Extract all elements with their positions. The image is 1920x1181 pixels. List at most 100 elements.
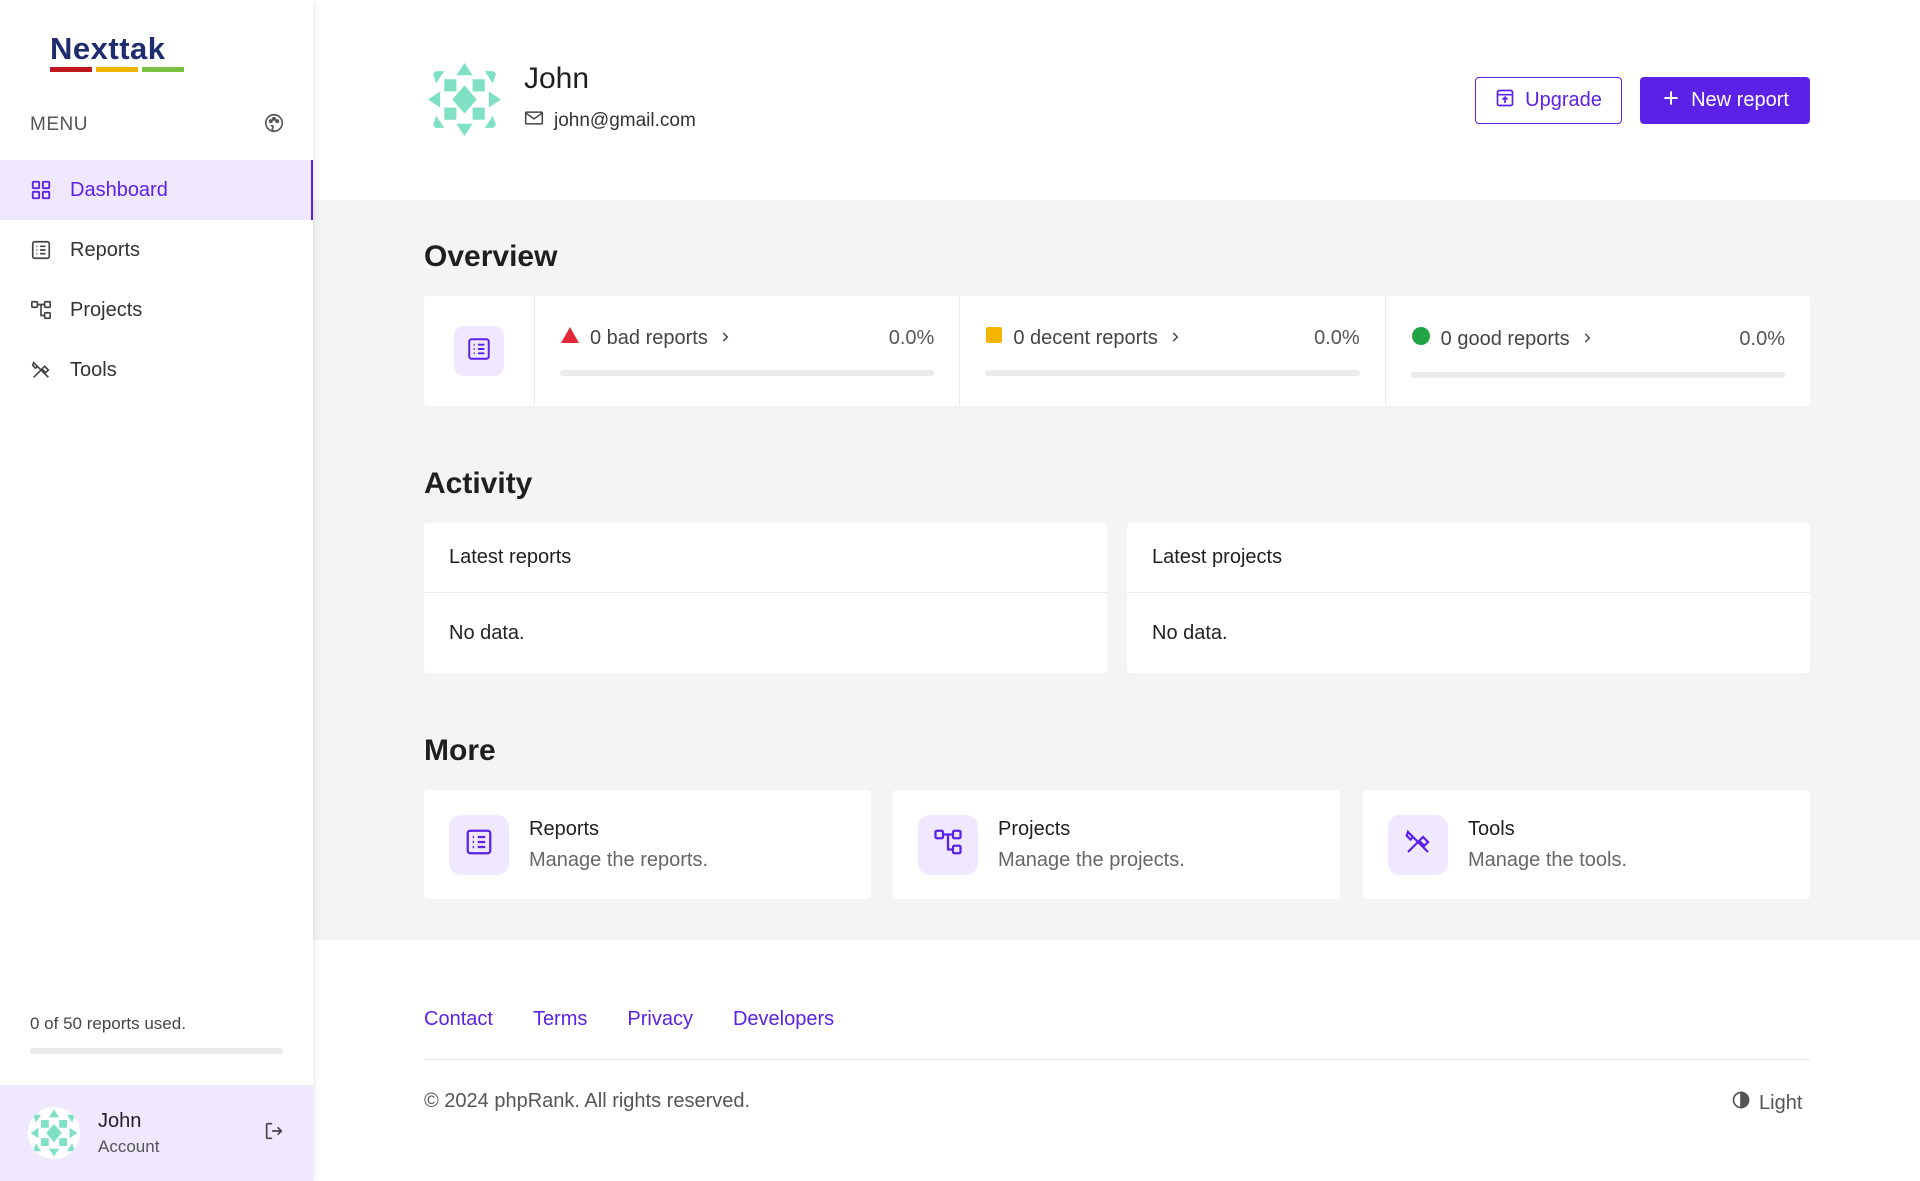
sidebar-item-label: Reports <box>70 238 141 261</box>
more-icon-tile <box>1388 814 1448 875</box>
hierarchy-icon <box>30 299 52 321</box>
sidebar-item-projects[interactable]: Projects <box>0 280 313 340</box>
stat-label: 0 bad reports <box>590 326 708 349</box>
sidebar-item-label: Dashboard <box>70 178 168 201</box>
overview-panel: 0 bad reports 0.0% 0 decent reports 0.0%… <box>424 296 1810 406</box>
stat-bad-link[interactable]: 0 bad reports <box>560 326 732 350</box>
user-name: John <box>524 62 590 95</box>
sidebar-item-tools[interactable]: Tools <box>0 340 313 400</box>
stat-percent: 0.0% <box>1739 327 1785 350</box>
sidebar-item-reports[interactable]: Reports <box>0 220 313 280</box>
account-info: John Account <box>98 1110 263 1157</box>
new-report-label: New report <box>1691 89 1789 111</box>
mail-icon <box>524 110 544 132</box>
tools-icon <box>30 359 52 381</box>
logout-icon[interactable] <box>263 1120 285 1147</box>
warning-triangle-icon <box>560 326 580 350</box>
more-card-title: Projects <box>998 817 1071 840</box>
more-card-title: Reports <box>529 817 600 840</box>
main-content: John john@gmail.com Upgrade New report O… <box>313 0 1920 1181</box>
stat-progress-track <box>985 370 1360 376</box>
overview-icon-cell <box>424 296 535 406</box>
logo-bar-yellow <box>96 67 138 72</box>
list-icon <box>464 827 494 862</box>
more-card-reports[interactable]: Reports Manage the reports. <box>424 790 871 899</box>
footer-link-terms[interactable]: Terms <box>533 1008 587 1031</box>
stat-progress-track <box>1410 372 1785 378</box>
more-icon-tile <box>918 814 978 875</box>
chevron-right-icon <box>718 327 732 350</box>
logo-bar-red <box>50 67 92 72</box>
footer-link-contact[interactable]: Contact <box>424 1008 493 1031</box>
circle-icon <box>1411 326 1431 352</box>
sidebar-nav: Dashboard Reports Projects Tools <box>0 160 313 400</box>
list-icon <box>30 239 52 261</box>
footer: Contact Terms Privacy Developers © 2024 … <box>313 940 1920 1181</box>
avatar <box>28 1107 80 1159</box>
new-report-button[interactable]: New report <box>1640 77 1810 124</box>
copyright-text: © 2024 phpRank. All rights reserved. <box>424 1090 751 1112</box>
footer-link-developers[interactable]: Developers <box>733 1008 834 1031</box>
sidebar-item-label: Tools <box>70 358 117 381</box>
stat-good-link[interactable]: 0 good reports <box>1411 326 1594 352</box>
latest-reports-card: Latest reports No data. <box>424 523 1107 673</box>
list-icon <box>466 336 492 367</box>
footer-link-privacy[interactable]: Privacy <box>627 1008 693 1031</box>
activity-title: Activity <box>424 467 533 500</box>
stat-good-reports: 0 good reports 0.0% <box>1386 296 1810 406</box>
logo-bar-green <box>142 67 184 72</box>
account-name: John <box>98 1109 142 1132</box>
more-card-title: Tools <box>1468 817 1515 840</box>
footer-divider <box>424 1059 1810 1060</box>
sidebar: Nexttak MENU Dashboard Reports Projects … <box>0 0 313 1181</box>
theme-toggle[interactable]: Light <box>1731 1090 1802 1116</box>
usage-meter: 0 of 50 reports used. <box>30 1014 283 1054</box>
overview-icon-tile <box>454 326 504 376</box>
stat-decent-reports: 0 decent reports 0.0% <box>960 296 1386 406</box>
more-card-projects[interactable]: Projects Manage the projects. <box>893 790 1340 899</box>
hierarchy-icon <box>933 827 963 862</box>
chevron-right-icon <box>1168 327 1182 350</box>
stat-percent: 0.0% <box>888 326 935 349</box>
stat-label: 0 good reports <box>1440 327 1570 350</box>
latest-projects-card: Latest projects No data. <box>1127 523 1810 673</box>
card-title: Latest reports <box>424 523 1107 593</box>
profile-header: John john@gmail.com Upgrade New report <box>313 0 1920 200</box>
more-card-subtitle: Manage the projects. <box>998 848 1185 871</box>
more-card-subtitle: Manage the reports. <box>529 848 708 871</box>
more-card-subtitle: Manage the tools. <box>1468 848 1627 871</box>
account-panel[interactable]: John Account <box>0 1085 313 1181</box>
square-icon <box>985 326 1003 350</box>
menu-title: MENU <box>30 114 88 135</box>
plus-icon <box>1661 88 1681 114</box>
user-email: john@gmail.com <box>524 110 696 132</box>
stat-decent-link[interactable]: 0 decent reports <box>985 326 1182 350</box>
stat-bad-reports: 0 bad reports 0.0% <box>535 296 961 406</box>
stat-label: 0 decent reports <box>1013 326 1158 349</box>
upgrade-icon <box>1495 88 1515 114</box>
sidebar-item-dashboard[interactable]: Dashboard <box>0 160 313 220</box>
more-card-tools[interactable]: Tools Manage the tools. <box>1363 790 1810 899</box>
card-empty-text: No data. <box>449 622 525 644</box>
logo[interactable]: Nexttak <box>50 32 190 72</box>
more-icon-tile <box>449 814 509 875</box>
overview-title: Overview <box>424 240 558 273</box>
upgrade-button[interactable]: Upgrade <box>1475 77 1622 124</box>
usage-progress-track <box>30 1048 283 1054</box>
footer-links: Contact Terms Privacy Developers <box>424 1008 834 1031</box>
chevron-right-icon <box>1580 328 1594 351</box>
grid-icon <box>30 179 52 201</box>
card-title: Latest projects <box>1127 523 1810 593</box>
menu-header: MENU <box>30 112 285 138</box>
contrast-icon <box>1731 1090 1751 1116</box>
upgrade-label: Upgrade <box>1525 89 1602 111</box>
usage-text: 0 of 50 reports used. <box>30 1014 186 1033</box>
logo-text: Nexttak <box>50 31 166 66</box>
user-email-text: john@gmail.com <box>554 110 696 131</box>
sidebar-item-label: Projects <box>70 298 143 321</box>
more-title: More <box>424 734 496 767</box>
account-subtitle: Account <box>98 1136 160 1156</box>
tools-icon <box>1403 827 1433 862</box>
stat-progress-track <box>560 370 935 376</box>
palette-icon[interactable] <box>263 112 285 139</box>
